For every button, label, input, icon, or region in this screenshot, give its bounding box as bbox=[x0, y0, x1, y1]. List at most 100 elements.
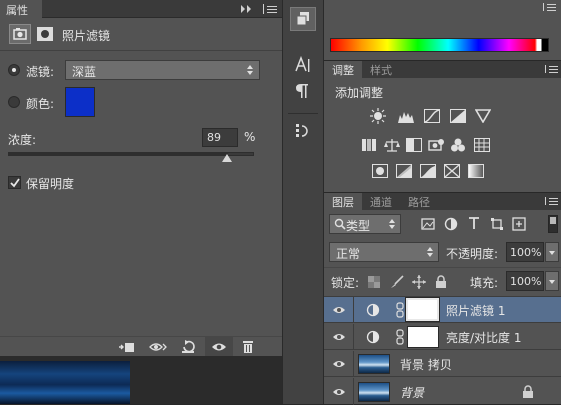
adjustment-icon[interactable] bbox=[9, 24, 31, 44]
opacity-input[interactable]: 100% bbox=[506, 242, 544, 262]
color-label: 颜色: bbox=[26, 97, 55, 111]
vibrance-icon[interactable] bbox=[475, 109, 491, 123]
tab-paths[interactable]: 路径 bbox=[402, 193, 438, 210]
dock-layer-comp-icon[interactable] bbox=[290, 7, 316, 31]
density-slider-fill bbox=[9, 153, 228, 155]
adjustments-menu-icon[interactable] bbox=[545, 65, 559, 75]
color-radio[interactable] bbox=[8, 96, 20, 108]
layer-row-background[interactable]: 背景 bbox=[324, 378, 561, 405]
opacity-dropdown-button[interactable] bbox=[545, 242, 559, 262]
dock-paragraph-icon[interactable] bbox=[295, 82, 311, 100]
tab-layers-label: 图层 bbox=[332, 196, 354, 209]
black-white-icon[interactable] bbox=[406, 138, 422, 152]
fill-input[interactable]: 100% bbox=[506, 271, 544, 291]
filter-pixel-icon[interactable] bbox=[421, 217, 435, 231]
tab-adjustments[interactable]: 调整 bbox=[324, 61, 362, 78]
lock-all-icon[interactable] bbox=[435, 275, 447, 289]
view-previous-icon[interactable] bbox=[148, 340, 168, 354]
layer-name: 背景 拷贝 bbox=[400, 358, 452, 372]
filter-toggle-switch[interactable] bbox=[548, 215, 558, 233]
layer-mask-link-icon[interactable] bbox=[396, 329, 404, 345]
reset-icon[interactable] bbox=[180, 340, 196, 354]
layer-row-photo-filter[interactable]: 照片滤镜 1 bbox=[324, 297, 561, 323]
lock-move-icon[interactable] bbox=[412, 275, 426, 289]
properties-tab-bar: 属性 bbox=[0, 0, 282, 18]
layer-filter-kind-select[interactable]: 类型 bbox=[329, 214, 401, 234]
mask-icon[interactable] bbox=[35, 25, 55, 43]
tab-adjustments-label: 调整 bbox=[332, 64, 354, 77]
tab-properties[interactable]: 属性 bbox=[0, 0, 42, 18]
layer-mask-thumbnail[interactable] bbox=[407, 326, 439, 348]
collapse-panel-icon[interactable] bbox=[238, 3, 254, 15]
threshold-icon[interactable] bbox=[420, 164, 436, 178]
fill-value: 100% bbox=[510, 275, 542, 288]
dock-history-icon[interactable] bbox=[294, 122, 312, 140]
tab-channels[interactable]: 通道 bbox=[364, 193, 400, 210]
opacity-value: 100% bbox=[510, 246, 542, 259]
color-swatch[interactable] bbox=[65, 87, 95, 117]
fill-dropdown-button[interactable] bbox=[545, 271, 559, 291]
hue-saturation-icon[interactable] bbox=[362, 138, 378, 152]
select-arrows-icon bbox=[426, 246, 434, 258]
lock-label: 锁定: bbox=[331, 276, 360, 290]
density-input[interactable]: 89 bbox=[202, 128, 238, 147]
tab-styles-label: 样式 bbox=[370, 64, 392, 77]
layer-thumbnail[interactable] bbox=[358, 382, 390, 402]
density-value: 89 bbox=[207, 131, 221, 144]
blend-mode-select[interactable]: 正常 bbox=[329, 242, 439, 262]
color-panel-menu-icon[interactable] bbox=[543, 3, 557, 13]
layer-visibility-eye-icon[interactable] bbox=[324, 378, 354, 405]
layer-visibility-eye-icon[interactable] bbox=[324, 297, 354, 322]
tab-styles[interactable]: 样式 bbox=[364, 61, 400, 78]
color-lookup-icon[interactable] bbox=[474, 138, 490, 152]
filter-toggle-knob bbox=[550, 217, 556, 224]
layer-row-brightness-contrast[interactable]: 亮度/对比度 1 bbox=[324, 324, 561, 350]
levels-icon[interactable] bbox=[398, 109, 414, 123]
selective-color-icon[interactable] bbox=[444, 164, 460, 178]
color-balance-icon[interactable] bbox=[384, 138, 400, 152]
visibility-eye-icon[interactable] bbox=[205, 337, 233, 357]
layer-visibility-eye-icon[interactable] bbox=[324, 324, 354, 349]
color-spectrum-ramp[interactable] bbox=[330, 38, 549, 52]
filter-shape-icon[interactable] bbox=[490, 217, 504, 231]
layer-visibility-eye-icon[interactable] bbox=[324, 351, 354, 376]
gradient-map-icon[interactable] bbox=[468, 164, 484, 178]
filter-type-icon[interactable] bbox=[467, 216, 481, 230]
filter-smart-object-icon[interactable] bbox=[512, 217, 526, 231]
layers-menu-icon[interactable] bbox=[545, 197, 559, 207]
dock-character-icon[interactable] bbox=[293, 55, 313, 75]
lock-transparent-icon[interactable] bbox=[368, 276, 380, 288]
dock-separator bbox=[288, 113, 318, 114]
tab-layers[interactable]: 图层 bbox=[324, 193, 362, 210]
curves-icon[interactable] bbox=[424, 109, 440, 123]
density-slider-thumb[interactable] bbox=[221, 154, 232, 162]
layer-row-background-copy[interactable]: 背景 拷贝 bbox=[324, 351, 561, 377]
adjustment-icons-row-2 bbox=[362, 138, 502, 154]
photo-filter-icon[interactable] bbox=[428, 138, 444, 152]
select-arrows-icon bbox=[388, 218, 396, 230]
canvas-photo[interactable] bbox=[0, 361, 130, 404]
opacity-label: 不透明度: bbox=[446, 247, 499, 261]
layer-thumbnail[interactable] bbox=[358, 354, 390, 374]
invert-icon[interactable] bbox=[372, 164, 388, 178]
channel-mixer-icon[interactable] bbox=[450, 138, 466, 152]
adjustment-layer-icon bbox=[366, 303, 380, 317]
layer-mask-thumbnail[interactable] bbox=[405, 297, 440, 322]
adjustment-icons-row-1 bbox=[370, 108, 500, 126]
brightness-contrast-icon[interactable] bbox=[370, 108, 386, 124]
fill-label: 填充: bbox=[470, 276, 499, 290]
clip-to-layer-icon[interactable] bbox=[118, 340, 136, 354]
filter-select[interactable]: 深蓝 bbox=[65, 60, 260, 80]
layer-lock-icon bbox=[522, 385, 534, 399]
posterize-icon[interactable] bbox=[396, 164, 412, 178]
adjustment-icons-row-3 bbox=[372, 164, 492, 180]
filter-adjustment-icon[interactable] bbox=[444, 217, 458, 231]
preserve-luminosity-checkbox[interactable] bbox=[8, 176, 21, 189]
lock-paint-brush-icon[interactable] bbox=[390, 275, 404, 289]
layer-mask-link-icon[interactable] bbox=[396, 302, 404, 318]
filter-radio[interactable] bbox=[8, 64, 20, 76]
panel-menu-icon[interactable] bbox=[262, 3, 280, 15]
density-slider-track[interactable] bbox=[8, 152, 254, 156]
exposure-icon[interactable] bbox=[450, 109, 466, 123]
trash-icon[interactable] bbox=[241, 340, 255, 354]
